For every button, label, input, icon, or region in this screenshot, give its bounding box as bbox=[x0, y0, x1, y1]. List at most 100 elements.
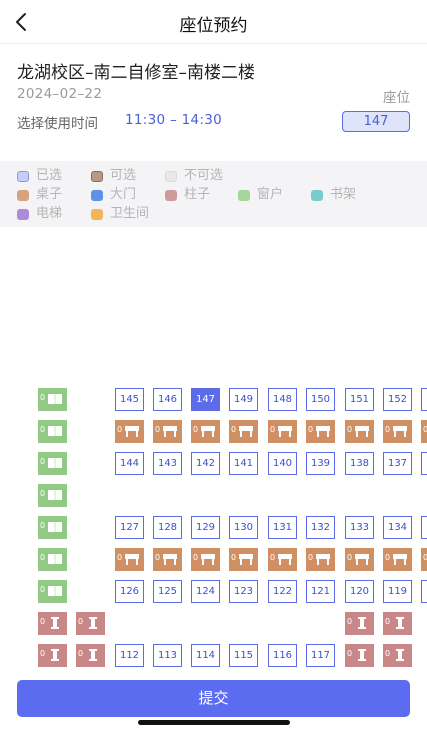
seat[interactable]: 145 bbox=[115, 388, 144, 411]
seat[interactable]: 134 bbox=[383, 516, 412, 539]
window-icon bbox=[48, 394, 62, 404]
seat[interactable]: 121 bbox=[306, 580, 335, 603]
seat[interactable]: 116 bbox=[268, 644, 297, 667]
seat[interactable]: 126 bbox=[115, 580, 144, 603]
seat[interactable]: 144 bbox=[115, 452, 144, 475]
desk-count: 0 bbox=[347, 553, 353, 562]
legend-unavailable-label: 不可选 bbox=[184, 168, 224, 183]
window-count: 0 bbox=[40, 585, 46, 594]
seat[interactable]: 151 bbox=[345, 388, 374, 411]
window-count: 0 bbox=[40, 457, 46, 466]
pillar: 0 bbox=[38, 612, 67, 635]
seat-reservation-screen: 座位预约 龙湖校区–南二自修室–南楼二楼 2024–02–22 座位 选择使用时… bbox=[0, 0, 427, 732]
pillar-count: 0 bbox=[78, 649, 84, 658]
desk: 0 bbox=[383, 420, 412, 443]
shelf-swatch-icon bbox=[311, 190, 323, 201]
seat[interactable]: 133 bbox=[345, 516, 374, 539]
seat[interactable]: 152 bbox=[383, 388, 412, 411]
legend: 已选 可选 不可选 桌子 大门 柱子 窗户 书架 电梯 卫生间 bbox=[0, 161, 427, 227]
window: 0 bbox=[38, 484, 67, 507]
unavailable-swatch-icon bbox=[165, 171, 177, 182]
desk-count: 0 bbox=[155, 425, 161, 434]
seat-map[interactable]: 0 0 0 0 0 0 0 0 0 0 0 0 0 0 0 145 146 147 149 148 150 151 152 0… bbox=[0, 230, 427, 668]
desk: 0 bbox=[153, 420, 182, 443]
window-count: 0 bbox=[40, 393, 46, 402]
seat[interactable] bbox=[421, 388, 427, 411]
window: 0 bbox=[38, 420, 67, 443]
seat[interactable]: 129 bbox=[191, 516, 220, 539]
desk: 0 bbox=[306, 420, 335, 443]
seat[interactable]: 115 bbox=[229, 644, 258, 667]
available-swatch-icon bbox=[91, 171, 103, 182]
seat[interactable]: 123 bbox=[229, 580, 258, 603]
seat[interactable]: 119 bbox=[383, 580, 412, 603]
seat[interactable]: 150 bbox=[306, 388, 335, 411]
seat[interactable]: 130 bbox=[229, 516, 258, 539]
pillar-count: 0 bbox=[347, 617, 353, 626]
restroom-swatch-icon bbox=[91, 209, 103, 220]
seat[interactable]: 141 bbox=[229, 452, 258, 475]
seat[interactable]: 147 bbox=[191, 388, 220, 411]
desk-icon bbox=[355, 554, 369, 565]
header: 座位预约 bbox=[0, 0, 427, 44]
seat[interactable]: 132 bbox=[306, 516, 335, 539]
desk: 0 bbox=[229, 420, 258, 443]
pillar-count: 0 bbox=[347, 649, 353, 658]
seat-number-field[interactable]: 147 bbox=[342, 111, 410, 132]
window-swatch-icon bbox=[238, 190, 250, 201]
seat[interactable]: 113 bbox=[153, 644, 182, 667]
desk-icon bbox=[278, 554, 292, 565]
seat[interactable]: 117 bbox=[306, 644, 335, 667]
desk-count: 0 bbox=[270, 425, 276, 434]
pillar-icon bbox=[396, 649, 404, 661]
desk-icon bbox=[278, 426, 292, 437]
legend-pillar-label: 柱子 bbox=[184, 187, 211, 202]
seat[interactable]: 122 bbox=[268, 580, 297, 603]
pillar-icon bbox=[358, 617, 366, 629]
seat[interactable]: 114 bbox=[191, 644, 220, 667]
seat[interactable]: 120 bbox=[345, 580, 374, 603]
desk: 0 bbox=[115, 420, 144, 443]
pillar: 0 bbox=[38, 644, 67, 667]
time-value[interactable]: 11:30 – 14:30 bbox=[125, 112, 222, 128]
seat[interactable] bbox=[421, 452, 427, 475]
door-swatch-icon bbox=[91, 190, 103, 201]
elevator-swatch-icon bbox=[17, 209, 29, 220]
seat[interactable]: 142 bbox=[191, 452, 220, 475]
pillar-count: 0 bbox=[385, 617, 391, 626]
seat[interactable]: 148 bbox=[268, 388, 297, 411]
legend-elevator-label: 电梯 bbox=[36, 206, 63, 221]
legend-desk-label: 桌子 bbox=[36, 187, 63, 202]
seat[interactable]: 127 bbox=[115, 516, 144, 539]
seat[interactable]: 138 bbox=[345, 452, 374, 475]
seat[interactable] bbox=[421, 580, 427, 603]
seat[interactable]: 125 bbox=[153, 580, 182, 603]
seat[interactable] bbox=[421, 516, 427, 539]
desk: 0 bbox=[191, 548, 220, 571]
seat[interactable]: 131 bbox=[268, 516, 297, 539]
desk-icon bbox=[163, 554, 177, 565]
desk: 0 bbox=[421, 420, 427, 443]
legend-shelf-label: 书架 bbox=[330, 187, 357, 202]
pillar-icon bbox=[358, 649, 366, 661]
seat[interactable]: 112 bbox=[115, 644, 144, 667]
window-count: 0 bbox=[40, 489, 46, 498]
seat[interactable]: 146 bbox=[153, 388, 182, 411]
window-icon bbox=[48, 458, 62, 468]
submit-button[interactable]: 提交 bbox=[17, 680, 410, 717]
selected-swatch-icon bbox=[17, 171, 29, 182]
window: 0 bbox=[38, 548, 67, 571]
seat[interactable]: 124 bbox=[191, 580, 220, 603]
seat[interactable]: 140 bbox=[268, 452, 297, 475]
seat[interactable]: 139 bbox=[306, 452, 335, 475]
location-label: 龙湖校区–南二自修室–南楼二楼 bbox=[17, 63, 255, 83]
seat[interactable]: 143 bbox=[153, 452, 182, 475]
pillar: 0 bbox=[383, 644, 412, 667]
desk-count: 0 bbox=[423, 425, 427, 434]
desk-count: 0 bbox=[231, 425, 237, 434]
seat[interactable]: 128 bbox=[153, 516, 182, 539]
desk: 0 bbox=[115, 548, 144, 571]
seat[interactable]: 137 bbox=[383, 452, 412, 475]
window-count: 0 bbox=[40, 553, 46, 562]
seat[interactable]: 149 bbox=[229, 388, 258, 411]
